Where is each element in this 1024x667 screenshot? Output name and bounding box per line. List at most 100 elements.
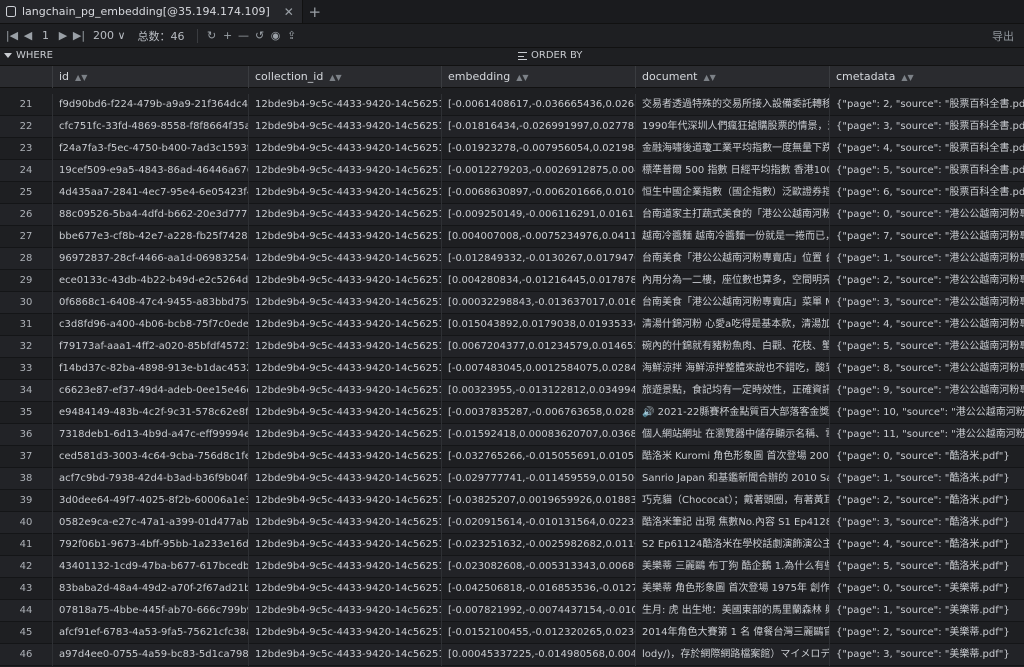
first-page-icon[interactable]: |◀ <box>4 29 20 42</box>
row-number[interactable]: 34 <box>0 380 52 402</box>
row-number[interactable]: 42 <box>0 556 52 578</box>
column-header-cmetadata[interactable]: cmetadata ▲▼ <box>829 66 1024 88</box>
cell-id[interactable]: 43401132-1cd9-47ba-b677-617bcedb9c2e <box>52 556 248 578</box>
cell-cmetadata[interactable]: {"page": 3, "source": "股票百科全書.pdf"} <box>829 116 1024 138</box>
table-row[interactable]: 29ece0133c-43db-4b22-b49d-e2c5264d51f512… <box>0 270 1024 292</box>
row-number[interactable]: 21 <box>0 94 52 116</box>
cell-id[interactable]: cfc751fc-33fd-4869-8558-f8f8664f35a5 <box>52 116 248 138</box>
cell-id[interactable]: afcf91ef-6783-4a53-9fa5-75621cfc38ad <box>52 622 248 644</box>
table-row[interactable]: 23 f24a7fa3-f5ec-4750-b400-7ad3c1593fa2 12… <box>0 138 1024 160</box>
table-row[interactable]: 45 afcf91ef-6783-4a53-9fa5-75621cfc38ad 12… <box>0 622 1024 644</box>
where-filter[interactable]: WHERE <box>4 50 53 61</box>
table-row[interactable]: 35 e9484149-483b-4c2f-9c31-578c62e8f206 12… <box>0 402 1024 424</box>
cell-id[interactable]: 07818a75-4bbe-445f-ab70-666c799b98c1 <box>52 600 248 622</box>
cell-collection-id[interactable]: 12bde9b4-9c5c-4433-9420-14c56251b83a <box>248 468 441 490</box>
row-number[interactable]: 36 <box>0 424 52 446</box>
cell-cmetadata[interactable]: {"page": 9, "source": "港公公越南河粉專賣店_co <box>829 380 1024 402</box>
add-row-icon[interactable]: + <box>220 29 236 42</box>
cell-id[interactable]: ece0133c-43db-4b22-b49d-e2c5264d51f5 <box>52 270 248 292</box>
cell-document[interactable]: 2014年角色大賽第 1 名 偉餐台灣三麗鷗官方對 <box>635 622 829 644</box>
cell-embedding[interactable]: [-0.023251632,-0.0025982682,0.01102255 <box>441 534 635 556</box>
cell-document[interactable]: 🔊 2021-22縣賽杯金點質百大部落客金獎 📍 <box>635 402 829 424</box>
cell-document[interactable]: 生月: 虎 出生地：美國東部的馬里蘭森林 興趣 <box>635 600 829 622</box>
cell-id[interactable]: 96972837-28cf-4466-aa1d-06983254e612 <box>52 248 248 270</box>
cell-document[interactable]: 交易者透過特殊的交易所接入設備委託轉移股 <box>635 94 829 116</box>
sort-arrows-icon[interactable]: ▲▼ <box>516 73 528 82</box>
cell-document[interactable]: 台南道家主打蔬式美食的「港公公越南河粉專 <box>635 204 829 226</box>
table-row[interactable]: 22 cfc751fc-33fd-4869-8558-f8f8664f35a5 12… <box>0 116 1024 138</box>
cell-id[interactable]: 19cef509-e9a5-4843-86ad-46446a676f55 <box>52 160 248 182</box>
cell-collection-id[interactable]: 12bde9b4-9c5c-4433-9420-14c56251b83a <box>248 622 441 644</box>
cell-collection-id[interactable]: 12bde9b4-9c5c-4433-9420-14c56251b83a <box>248 534 441 556</box>
table-row[interactable]: 2688c09526-5ba4-4dfd-b662-20e3d777e32112… <box>0 204 1024 226</box>
cell-embedding[interactable]: [-0.0012279203,-0.0026912875,0.0041039 <box>441 160 635 182</box>
cell-embedding[interactable]: [-0.0037835287,-0.006763658,0.02892236 <box>441 402 635 424</box>
cell-embedding[interactable]: [-0.032765266,-0.015055691,0.010513466, <box>441 446 635 468</box>
cell-id[interactable]: c3d8fd96-a400-4b06-bcb8-75f7c0edeebd <box>52 314 248 336</box>
cell-embedding[interactable]: [-0.01592418,0.00083620707,0.036897156 <box>441 424 635 446</box>
cell-collection-id[interactable]: 12bde9b4-9c5c-4433-9420-14c56251b83a <box>248 556 441 578</box>
row-number[interactable]: 41 <box>0 534 52 556</box>
cell-collection-id[interactable]: 12bde9b4-9c5c-4433-9420-14c56251b83a <box>248 600 441 622</box>
row-number[interactable]: 31 <box>0 314 52 336</box>
cell-embedding[interactable]: [-0.01816434,-0.026991997,0.027782332,- <box>441 116 635 138</box>
row-number[interactable]: 32 <box>0 336 52 358</box>
cell-id[interactable]: 792f06b1-9673-4bff-95bb-1a233e16d5ba <box>52 534 248 556</box>
cell-document[interactable]: 巧克貓（Chococat）；戴著頭圈，有著黃耳氣 <box>635 490 829 512</box>
row-number[interactable]: 38 <box>0 468 52 490</box>
cell-embedding[interactable]: [0.004007008,-0.0075234976,0.041177064 <box>441 226 635 248</box>
cell-embedding[interactable]: [-0.03825207,0.0019659926,0.018830549,- <box>441 490 635 512</box>
cell-id[interactable]: f9d90bd6-f224-479b-a9a9-21f364dc47e9 <box>52 94 248 116</box>
cell-cmetadata[interactable]: {"page": 0, "source": "港公公越南河粉專賣店_co <box>829 204 1024 226</box>
row-number[interactable]: 22 <box>0 116 52 138</box>
cell-collection-id[interactable]: 12bde9b4-9c5c-4433-9420-14c56251b83a <box>248 380 441 402</box>
sort-arrows-icon[interactable]: ▲▼ <box>704 73 716 82</box>
cell-id[interactable]: 88c09526-5ba4-4dfd-b662-20e3d777e321 <box>52 204 248 226</box>
cell-document[interactable]: 美樂蒂 角色形象圖 首次登場 1975年 創作者 松 <box>635 578 829 600</box>
cell-embedding[interactable]: [-0.0061408617,-0.036665436,0.02688,-0.0 <box>441 94 635 116</box>
row-number[interactable]: 45 <box>0 622 52 644</box>
cell-document[interactable]: 越南冷醬麵 越南冷醬麵一份就是一捲而已，我 <box>635 226 829 248</box>
row-number[interactable]: 30 <box>0 292 52 314</box>
cell-embedding[interactable]: [-0.0152100455,-0.012320265,0.02369877 <box>441 622 635 644</box>
cell-collection-id[interactable]: 12bde9b4-9c5c-4433-9420-14c56251b83a <box>248 138 441 160</box>
cell-document[interactable]: Sanrio Japan 和基鑑新聞合辦的 2010 Sanrio Ch <box>635 468 829 490</box>
row-number[interactable]: 27 <box>0 226 52 248</box>
cell-id[interactable]: acf7c9bd-7938-42d4-b3ad-b36f9b04fc2b <box>52 468 248 490</box>
cell-document[interactable]: 標準普爾 500 指數 日經平均指數 香港100指數 <box>635 160 829 182</box>
view-icon[interactable]: ◉ <box>268 29 284 42</box>
cell-id[interactable]: f24a7fa3-f5ec-4750-b400-7ad3c1593fa2 <box>52 138 248 160</box>
column-header-collection-id[interactable]: collection_id ▲▼ <box>248 66 441 88</box>
cell-embedding[interactable]: [0.004280834,-0.01216445,0.017878976,-0 <box>441 270 635 292</box>
cell-id[interactable]: f79173af-aaa1-4ff2-a020-85bfdf457233 <box>52 336 248 358</box>
cell-cmetadata[interactable]: {"page": 7, "source": "港公公越南河粉專賣店_co <box>829 226 1024 248</box>
row-number[interactable]: 40 <box>0 512 52 534</box>
cell-document[interactable]: 酷洛米 Kuromi 角色形象圖 首次登場 2005年 創 <box>635 446 829 468</box>
cell-id[interactable]: e9484149-483b-4c2f-9c31-578c62e8f206 <box>52 402 248 424</box>
table-row[interactable]: 31 c3d8fd96-a400-4b06-bcb8-75f7c0edeebd 12… <box>0 314 1024 336</box>
cell-collection-id[interactable]: 12bde9b4-9c5c-4433-9420-14c56251b83a <box>248 336 441 358</box>
last-page-icon[interactable]: ▶| <box>71 29 87 42</box>
next-page-icon[interactable]: ▶ <box>55 29 71 42</box>
table-row[interactable]: 400582e9ca-e27c-47a1-a399-01d477ab2f8212… <box>0 512 1024 534</box>
cell-document[interactable]: 台南美食「港公公越南河粉專賣店」位置 台南 <box>635 248 829 270</box>
cell-collection-id[interactable]: 12bde9b4-9c5c-4433-9420-14c56251b83a <box>248 270 441 292</box>
cell-collection-id[interactable]: 12bde9b4-9c5c-4433-9420-14c56251b83a <box>248 248 441 270</box>
remove-row-icon[interactable]: — <box>236 29 252 42</box>
table-row[interactable]: 2896972837-28cf-4466-aa1d-06983254e61212… <box>0 248 1024 270</box>
cell-id[interactable]: ced581d3-3003-4c64-9cba-756d8c1fe755 <box>52 446 248 468</box>
sort-arrows-icon[interactable]: ▲▼ <box>75 73 87 82</box>
cell-embedding[interactable]: [-0.01923278,-0.007956054,0.021984192,- <box>441 138 635 160</box>
cell-document[interactable]: 個人網站網址 在瀏覽器中儲存顯示名稱、電子 <box>635 424 829 446</box>
row-number[interactable]: 28 <box>0 248 52 270</box>
cell-collection-id[interactable]: 12bde9b4-9c5c-4433-9420-14c56251b83a <box>248 446 441 468</box>
table-row[interactable]: 4243401132-1cd9-47ba-b677-617bcedb9c2e12… <box>0 556 1024 578</box>
cell-id[interactable]: 3d0dee64-49f7-4025-8f2b-60006a1e36b5 <box>52 490 248 512</box>
row-number[interactable]: 39 <box>0 490 52 512</box>
cell-collection-id[interactable]: 12bde9b4-9c5c-4433-9420-14c56251b83a <box>248 226 441 248</box>
cell-id[interactable]: bbe677e3-cf8b-42e7-a228-fb25f74287fb <box>52 226 248 248</box>
cell-collection-id[interactable]: 12bde9b4-9c5c-4433-9420-14c56251b83a <box>248 512 441 534</box>
row-number[interactable]: 26 <box>0 204 52 226</box>
row-number[interactable]: 25 <box>0 182 52 204</box>
sort-arrows-icon[interactable]: ▲▼ <box>329 73 341 82</box>
